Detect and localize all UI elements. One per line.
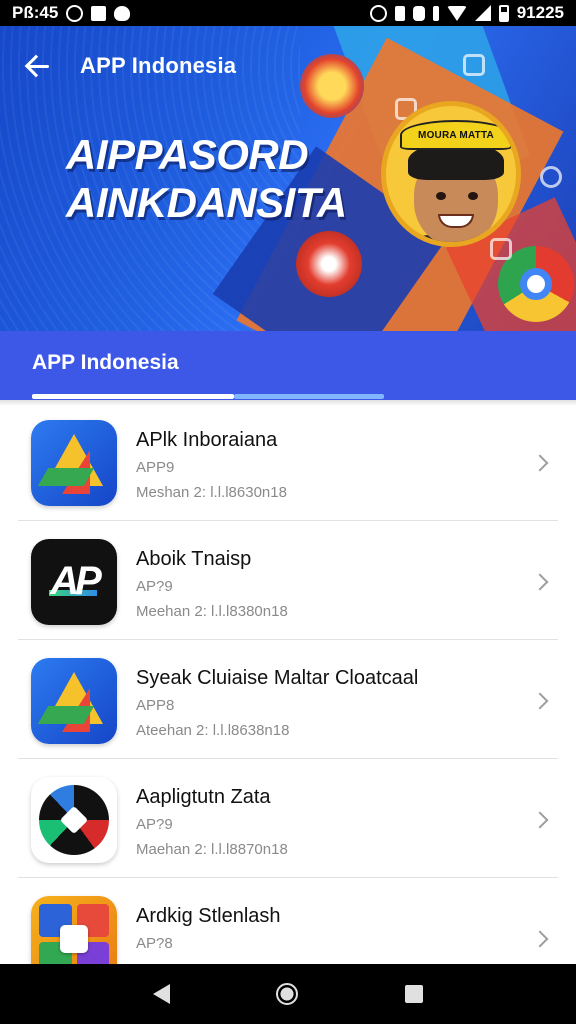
ghost-icon <box>114 5 131 21</box>
list-item[interactable]: AP Aboik Tnaisp AP?9 Meehan 2: l.l.l8380… <box>18 521 558 640</box>
status-bar: Pß:45 91225 <box>0 0 576 26</box>
pinwheel-icon <box>31 777 117 863</box>
hero-title: AIPPASORD AINKDANSITA <box>66 131 347 227</box>
nav-back-icon[interactable] <box>153 984 171 1004</box>
data-icon <box>432 5 439 21</box>
hero-title-line1: AIPPASORD <box>66 131 309 178</box>
app-name: Aboik Tnaisp <box>136 548 252 570</box>
avatar-eye <box>436 192 446 200</box>
battery-icon <box>498 4 509 22</box>
nfc-icon <box>412 5 425 21</box>
tab-bar: APP Indonesia <box>0 331 576 400</box>
chevron-right-icon <box>531 573 549 591</box>
page-title: APP Indonesia <box>80 53 237 78</box>
status-right: 91225 <box>369 3 564 23</box>
avatar-eye <box>468 192 478 200</box>
app-category: APP9 <box>136 459 175 476</box>
back-arrow-icon[interactable] <box>24 51 54 81</box>
alarm-icon <box>66 4 84 22</box>
nav-recents-icon[interactable] <box>404 985 423 1003</box>
app-category: AP?9 <box>136 816 173 833</box>
app-name: Syeak Cluiaise Maltar Cloatcaal <box>136 667 419 689</box>
nav-home-icon[interactable] <box>276 983 299 1005</box>
battery-text: 91225 <box>516 3 564 22</box>
app-category: AP?9 <box>136 578 173 595</box>
app-meta: Ateehan 2: l.l.l8638n18 <box>136 722 290 739</box>
clock-icon <box>369 4 387 22</box>
pinwheel-shape <box>39 785 109 855</box>
app-meta: Maehan 2: l.l.l8870n18 <box>136 841 288 858</box>
app-name: APlk Inboraiana <box>136 429 278 451</box>
app-list: APlk Inboraiana APP9 Meshan 2: l.l.l8630… <box>0 402 576 964</box>
hero-bubble-icon <box>296 231 362 297</box>
app-category: AP?8 <box>136 935 173 952</box>
game-icon <box>31 896 117 964</box>
hero-title-line2: AINKDANSITA <box>66 179 347 226</box>
chevron-right-icon <box>531 692 549 710</box>
top-app-bar: APP Indonesia <box>0 26 576 106</box>
avatar-headband-text: MOURA MATTA <box>418 129 494 141</box>
app-name: Aapligtutn Zata <box>136 786 271 808</box>
status-left: Pß:45 <box>12 3 131 23</box>
image-icon <box>91 5 107 21</box>
list-item[interactable]: Aapligtutn Zata AP?9 Maehan 2: l.l.l8870… <box>18 759 558 878</box>
google-drive-icon <box>31 420 117 506</box>
tab-shadow <box>0 400 576 406</box>
tab-indicator <box>32 394 234 399</box>
chevron-right-icon <box>531 454 549 472</box>
list-item[interactable]: Ardkig Stlenlash AP?8 <box>18 878 558 964</box>
tab-app-indonesia[interactable]: APP Indonesia <box>32 351 179 375</box>
app-meta: Meehan 2: l.l.l8380n18 <box>136 603 288 620</box>
list-item[interactable]: Syeak Cluiaise Maltar Cloatcaal APP8 Ate… <box>18 640 558 759</box>
signal-icon <box>474 5 491 21</box>
list-item[interactable]: APlk Inboraiana APP9 Meshan 2: l.l.l8630… <box>18 402 558 521</box>
ap-logo-icon: AP <box>31 539 117 625</box>
chevron-right-icon <box>531 930 549 948</box>
app-meta: Meshan 2: l.l.l8630n18 <box>136 484 287 501</box>
app-name: Ardkig Stlenlash <box>136 905 281 927</box>
game-center-tile <box>60 925 88 953</box>
vibrate-icon <box>394 5 405 21</box>
system-nav-bar <box>0 964 576 1024</box>
avatar: MOURA MATTA <box>381 101 521 247</box>
avatar-headband: MOURA MATTA <box>400 120 512 150</box>
status-time: Pß:45 <box>12 3 59 22</box>
google-drive-icon <box>31 658 117 744</box>
wifi-icon <box>446 5 467 21</box>
app-category: APP8 <box>136 697 175 714</box>
chevron-right-icon <box>531 811 549 829</box>
tab-indicator-secondary <box>234 394 384 399</box>
ap-logo-mark: AP <box>50 559 102 603</box>
deco-app-icon <box>540 166 562 188</box>
